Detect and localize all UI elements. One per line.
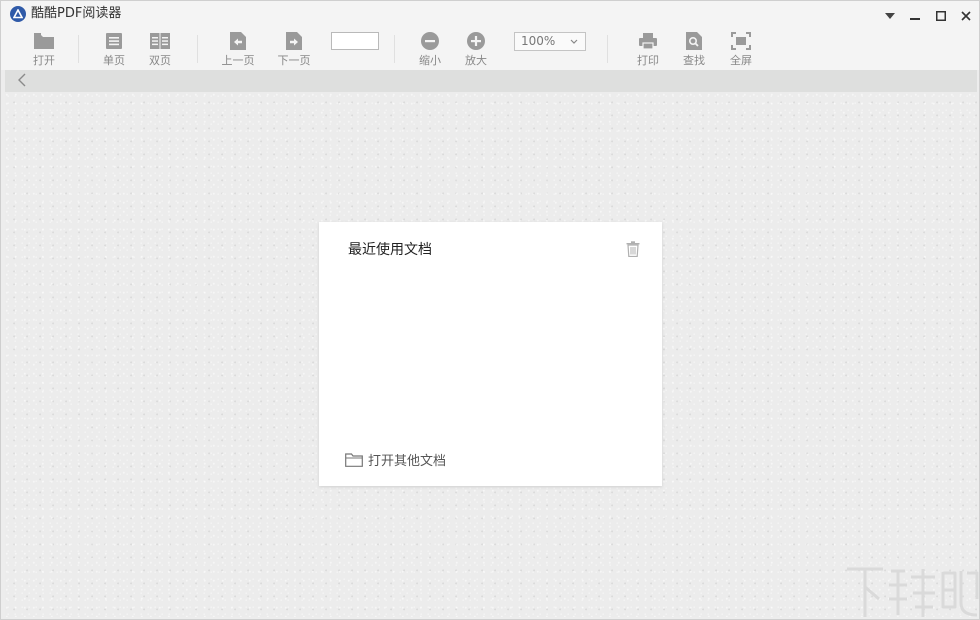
toolbar-divider [607,35,608,63]
app-logo-icon [10,6,26,22]
back-button[interactable] [15,72,29,90]
open-other-label: 打开其他文档 [368,453,447,469]
next-page-icon [283,30,305,52]
clear-history-button[interactable] [626,241,642,259]
printer-icon [637,30,659,52]
find-label: 查找 [683,54,705,67]
app-window: 酷酷PDF阅读器 打开 单页 双页 上一页 下一页 缩小 放大 100% 打印 … [0,0,980,620]
chevron-down-icon [570,33,578,57]
open-other-document-link[interactable]: 打开其他文档 [345,452,446,471]
recent-documents-panel: 最近使用文档 打开其他文档 [319,222,662,486]
recent-documents-title: 最近使用文档 [348,242,432,258]
fullscreen-label: 全屏 [730,54,752,67]
single-page-icon [103,30,125,52]
zoom-out-icon [419,30,441,52]
find-document-icon [683,30,705,52]
zoom-level-select[interactable]: 100% [514,32,586,51]
prev-page-icon [227,30,249,52]
navigation-bar [5,70,977,92]
zoom-level-value: 100% [521,34,556,48]
trash-icon [626,241,640,261]
double-page-label: 双页 [149,54,171,67]
zoom-out-button[interactable]: 缩小 [408,30,452,68]
toolbar-divider [78,35,79,63]
page-number-input[interactable] [331,32,379,50]
app-title: 酷酷PDF阅读器 [31,6,122,21]
print-label: 打印 [637,54,659,67]
zoom-in-button[interactable]: 放大 [454,30,498,68]
open-button[interactable]: 打开 [22,30,66,68]
folder-icon [33,30,55,52]
toolbar-divider [197,35,198,63]
minimize-button[interactable] [904,7,926,25]
next-page-button[interactable]: 下一页 [272,30,316,68]
prev-page-button[interactable]: 上一页 [216,30,260,68]
maximize-button[interactable] [930,7,952,25]
zoom-in-label: 放大 [465,54,487,67]
prev-page-label: 上一页 [221,54,255,67]
folder-outline-icon [345,452,363,471]
close-button[interactable] [955,7,977,25]
next-page-label: 下一页 [277,54,311,67]
menu-dropdown-icon[interactable] [879,7,901,25]
fullscreen-icon [730,30,752,52]
print-button[interactable]: 打印 [626,30,670,68]
toolbar-divider [394,35,395,63]
open-label: 打开 [33,54,55,67]
single-page-label: 单页 [103,54,125,67]
title-toolbar-area: 酷酷PDF阅读器 打开 单页 双页 上一页 下一页 缩小 放大 100% 打印 … [1,1,979,70]
double-page-button[interactable]: 双页 [138,30,182,68]
fullscreen-button[interactable]: 全屏 [719,30,763,68]
single-page-button[interactable]: 单页 [92,30,136,68]
double-page-icon [149,30,171,52]
zoom-out-label: 缩小 [419,54,441,67]
chevron-left-icon [18,72,26,91]
zoom-in-icon [465,30,487,52]
find-button[interactable]: 查找 [672,30,716,68]
